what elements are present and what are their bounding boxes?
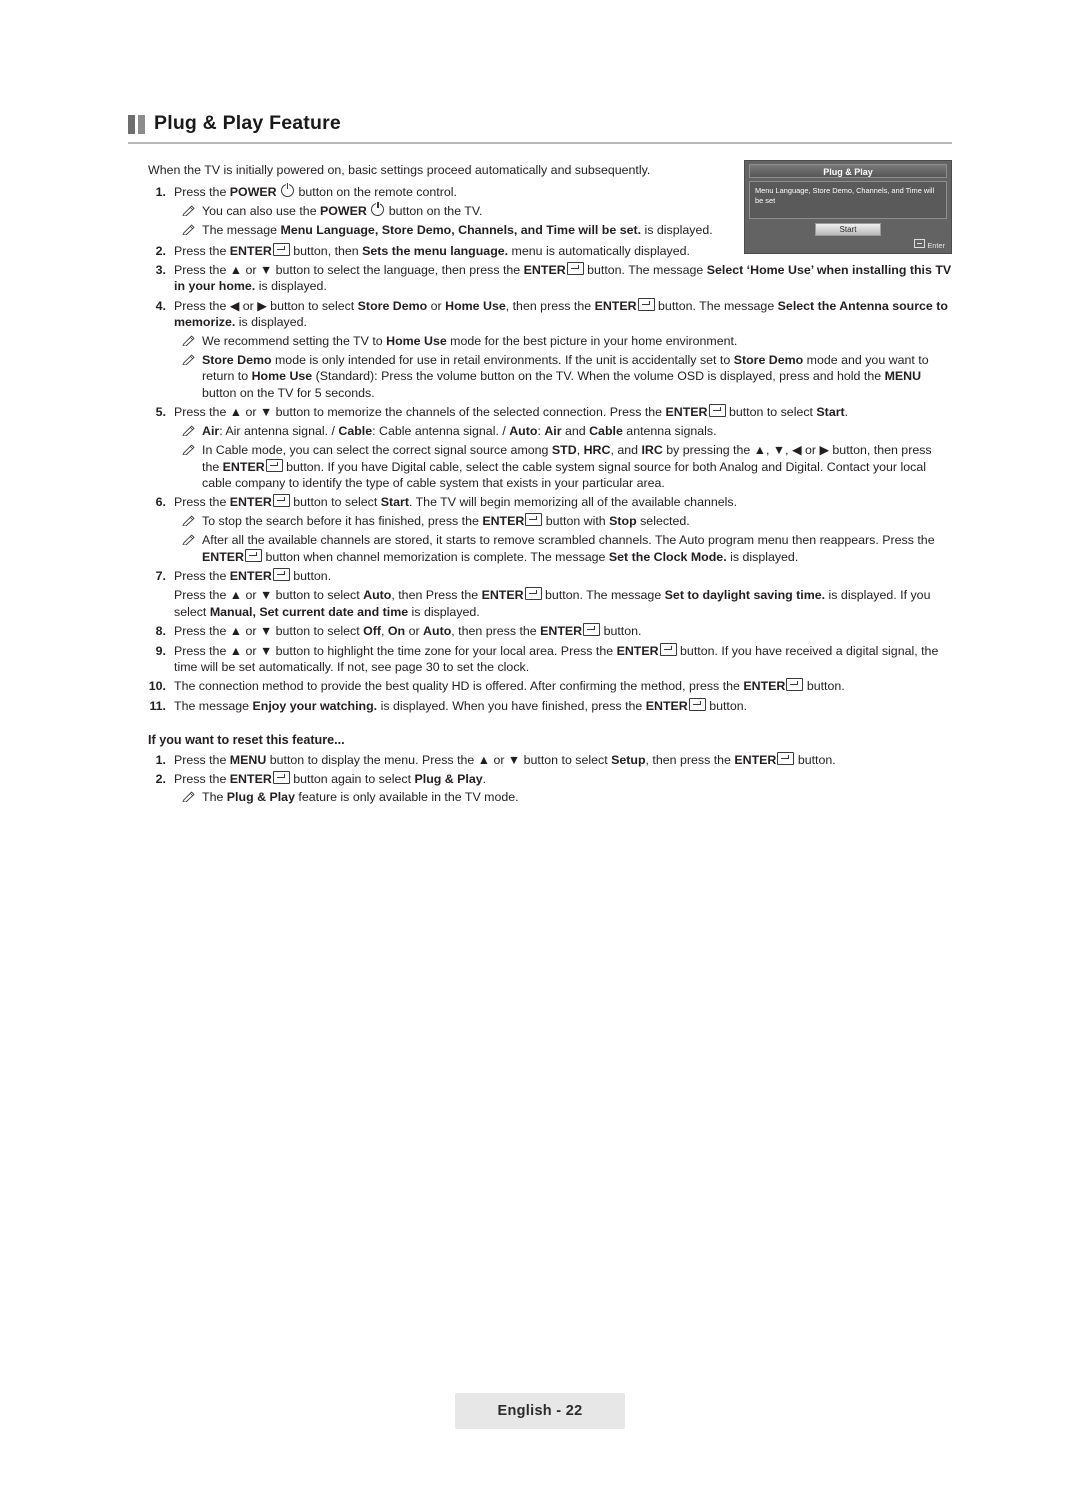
enter-icon (637, 297, 655, 311)
step-8: 8. Press the ▲ or ▼ button to select Off… (148, 623, 952, 639)
step-text: Press the ▲ or ▼ button to memorize the … (174, 404, 849, 420)
enter-icon (583, 623, 601, 637)
intro-paragraph: When the TV is initially powered on, bas… (148, 163, 651, 177)
note-text: Store Demo mode is only intended for use… (202, 353, 929, 400)
step-3: 3. Press the ▲ or ▼ button to select the… (148, 262, 952, 295)
step-number: 2. (155, 772, 166, 786)
note-text: We recommend setting the TV to Home Use … (202, 333, 738, 348)
pencil-icon (182, 203, 202, 220)
enter-icon (566, 262, 584, 276)
step-number: 1. (155, 752, 166, 767)
power-icon (281, 183, 295, 198)
note-step-6-a: To stop the search before it has finishe… (182, 512, 952, 530)
step-number: 2. (155, 243, 166, 258)
step-7: 7. Press the ENTER button. (148, 567, 952, 584)
pencil-icon (182, 789, 202, 806)
step-text: Press the ▲ or ▼ button to highlight the… (174, 642, 939, 674)
pencil-icon (182, 333, 202, 350)
page-title-row: Plug & Play Feature (128, 112, 952, 135)
step-4: 4. Press the ◀ or ▶ button to select Sto… (148, 297, 952, 331)
note-text: In Cable mode, you can select the correc… (202, 443, 932, 490)
title-bullet-marks (128, 115, 145, 134)
step-number: 1. (155, 185, 166, 200)
step-2: 2. Press the ENTER button, then Sets the… (148, 242, 952, 259)
enter-icon (777, 751, 795, 765)
step-text: Press the ▲ or ▼ button to select the la… (174, 262, 952, 294)
step-number: 10. (148, 679, 166, 694)
pencil-icon (182, 513, 202, 530)
step-11: 11. The message Enjoy your watching. is … (148, 697, 952, 714)
enter-icon (265, 458, 283, 472)
step-9: 9. Press the ▲ or ▼ button to highlight … (148, 642, 952, 676)
note-step-1-b: The message Menu Language, Store Demo, C… (182, 222, 952, 239)
note-text: The message Menu Language, Store Demo, C… (202, 223, 713, 238)
enter-icon (659, 642, 677, 656)
step-text: Press the ◀ or ▶ button to select Store … (174, 297, 948, 330)
pencil-icon (182, 222, 202, 239)
step-1: 1. Press the POWER button on the remote … (148, 183, 952, 200)
step-number: 5. (155, 405, 166, 420)
step-text: Press the ENTER button, then Sets the me… (174, 242, 690, 258)
page-title: Plug & Play Feature (154, 112, 341, 134)
note-step-4-b: Store Demo mode is only intended for use… (182, 352, 952, 401)
title-divider (128, 142, 952, 144)
step-number: 8. (155, 624, 166, 639)
enter-icon (688, 697, 706, 711)
content-column: When the TV is initially powered on, bas… (148, 162, 952, 807)
step-number: 9. (155, 643, 166, 658)
page-footer: English - 22 (455, 1393, 625, 1429)
step-text: The message Enjoy your watching. is disp… (174, 697, 748, 713)
step-text: The connection method to provide the bes… (174, 678, 845, 694)
note-step-5-b: In Cable mode, you can select the correc… (182, 442, 952, 491)
note-reset: The Plug & Play feature is only availabl… (182, 789, 952, 806)
step-text: Press the ENTER button to select Start. … (174, 494, 738, 510)
enter-icon (786, 678, 804, 692)
enter-icon (245, 548, 262, 562)
power-icon (371, 201, 385, 216)
note-step-5-a: Air: Air antenna signal. / Cable: Cable … (182, 423, 952, 440)
pencil-icon (182, 423, 202, 440)
note-text: After all the available channels are sto… (202, 533, 935, 564)
step-6: 6. Press the ENTER button to select Star… (148, 494, 952, 510)
step-text: Press the POWER button on the remote con… (174, 183, 457, 200)
step-7-body: Press the ▲ or ▼ button to select Auto, … (148, 587, 952, 620)
step-5: 5. Press the ▲ or ▼ button to memorize t… (148, 404, 952, 420)
step-text: Press the ▲ or ▼ button to select Off, O… (174, 623, 642, 639)
note-text: Air: Air antenna signal. / Cable: Cable … (202, 423, 717, 438)
step-10: 10. The connection method to provide the… (148, 678, 952, 694)
enter-icon (272, 242, 290, 256)
enter-icon (525, 512, 543, 526)
note-step-6-b: After all the available channels are sto… (182, 532, 952, 565)
step-text: Press the MENU button to display the men… (174, 751, 836, 767)
note-text: To stop the search before it has finishe… (202, 512, 690, 528)
enter-icon (708, 404, 726, 418)
reset-section-heading: If you want to reset this feature... (148, 733, 345, 748)
note-step-1-a: You can also use the POWER button on the… (182, 201, 952, 220)
enter-icon (524, 587, 542, 601)
step-number: 7. (155, 568, 166, 583)
note-step-4-a: We recommend setting the TV to Home Use … (182, 333, 952, 350)
step-number: 6. (155, 495, 166, 510)
step-text: Press the ENTER button again to select P… (174, 771, 487, 786)
step-text: Press the ▲ or ▼ button to select Auto, … (174, 587, 931, 619)
pencil-icon (182, 442, 202, 459)
note-text: The Plug & Play feature is only availabl… (202, 790, 519, 805)
pencil-icon (182, 352, 202, 369)
enter-icon (272, 771, 290, 784)
reset-step-1: 1. Press the MENU button to display the … (148, 751, 952, 768)
document-page: Plug & Play Feature Plug & Play Menu Lan… (0, 0, 1080, 1488)
reset-step-2: 2. Press the ENTER button again to selec… (148, 771, 952, 787)
step-text: Press the ENTER button. (174, 567, 332, 583)
enter-icon (272, 567, 290, 581)
enter-icon (272, 494, 290, 508)
note-text: You can also use the POWER button on the… (202, 201, 483, 218)
step-number: 4. (155, 298, 166, 313)
pencil-icon (182, 532, 202, 549)
step-number: 3. (155, 263, 166, 278)
step-number: 11. (149, 698, 166, 713)
